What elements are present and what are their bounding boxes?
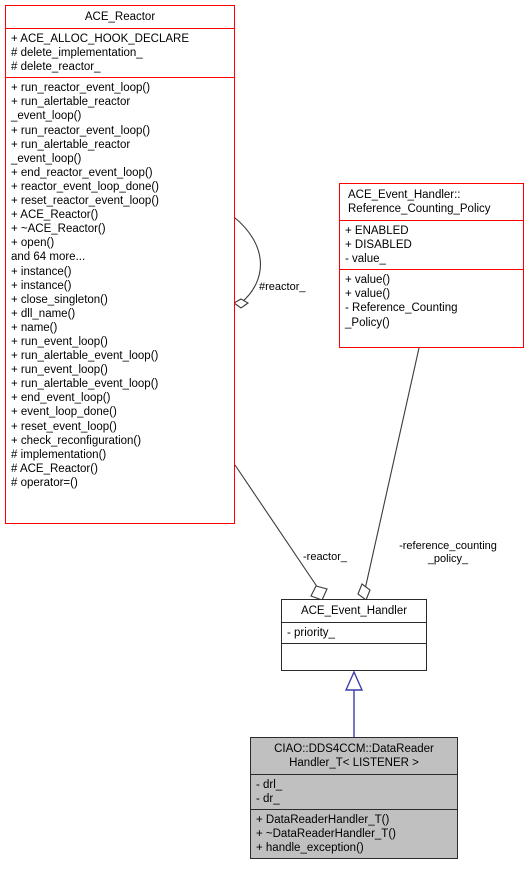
class-box-data-reader-handler[interactable]: CIAO::DDS4CCM::DataReader Handler_T< LIS…	[250, 737, 458, 859]
attribute-row: - value_	[345, 253, 386, 266]
operation-row: + run_reactor_event_loop()	[11, 124, 151, 137]
attribute-row: - dr_	[256, 793, 280, 806]
operation-row: _Policy()	[345, 316, 390, 329]
operation-row: and 64 more...	[11, 251, 86, 264]
operation-row: + close_singleton()	[11, 293, 108, 306]
class-title-reference-counting-policy: ACE_Event_Handler:: Reference_Counting_P…	[348, 189, 491, 215]
operation-row: + reset_reactor_event_loop()	[11, 195, 159, 208]
operation-row: + end_event_loop()	[11, 392, 111, 405]
operation-row: + run_alertable_event_loop()	[11, 350, 159, 363]
class-box-reference-counting-policy[interactable]: ACE_Event_Handler:: Reference_Counting_P…	[339, 183, 524, 348]
attribute-row: - priority_	[287, 627, 335, 639]
operation-row: + handle_exception()	[256, 842, 364, 855]
self-association-reactor	[233, 216, 261, 304]
class-attributes-ace-event-handler: - priority_	[282, 622, 426, 643]
operation-row: + instance()	[11, 279, 72, 292]
operation-row: + run_alertable_event_loop()	[11, 378, 159, 391]
edge-label-reference-counting-policy: -reference_counting _policy_	[399, 540, 497, 565]
class-title-ace-event-handler: ACE_Event_Handler	[300, 605, 408, 617]
operation-row: + check_reconfiguration()	[11, 434, 142, 447]
operation-row: + run_event_loop()	[11, 335, 108, 348]
operation-row: _event_loop()	[11, 110, 82, 123]
class-title-data-reader-handler: CIAO::DDS4CCM::DataReader Handler_T< LIS…	[274, 743, 434, 769]
class-operations-ace-event-handler	[282, 643, 426, 662]
operation-row: + ACE_Reactor()	[11, 209, 99, 222]
aggregation-diamond-reactor	[310, 585, 328, 601]
class-attributes-reference-counting-policy: + ENABLED + DISABLED - value_	[340, 220, 523, 269]
class-attributes-data-reader-handler: - drl_ - dr_	[251, 774, 457, 809]
association-reactor	[234, 464, 323, 595]
operation-row: # operator=()	[11, 476, 78, 489]
operation-row: # implementation()	[11, 448, 107, 461]
operation-row: - Reference_Counting	[345, 302, 458, 315]
operation-row: + reset_event_loop()	[11, 420, 117, 433]
operation-row: + ~ACE_Reactor()	[11, 223, 106, 236]
class-title-ace-reactor: ACE_Reactor	[84, 11, 156, 23]
operation-row: + run_alertable_reactor	[11, 96, 131, 109]
class-operations-data-reader-handler: + DataReaderHandler_T() + ~DataReaderHan…	[251, 809, 457, 858]
attribute-row: + ACE_ALLOC_HOOK_DECLARE	[11, 33, 190, 45]
inheritance-arrowhead	[344, 670, 364, 691]
operation-row: + DataReaderHandler_T()	[256, 814, 390, 827]
class-box-ace-event-handler[interactable]: ACE_Event_Handler - priority_	[281, 599, 427, 671]
operation-row: + dll_name()	[11, 307, 76, 320]
operation-row: + ~DataReaderHandler_T()	[256, 828, 396, 841]
aggregation-diamond-self	[232, 298, 250, 309]
class-attributes-ace-reactor: + ACE_ALLOC_HOOK_DECLARE # delete_implem…	[6, 28, 234, 77]
operation-row: + instance()	[11, 265, 72, 278]
operation-row: + run_reactor_event_loop()	[11, 82, 151, 95]
operation-row: + value()	[345, 274, 391, 287]
operation-row: + run_event_loop()	[11, 364, 108, 377]
aggregation-diamond-policy	[357, 583, 371, 601]
edge-label-reactor-self: #reactor_	[259, 281, 306, 293]
operation-row: # ACE_Reactor()	[11, 462, 98, 475]
operation-row: _event_loop()	[11, 152, 82, 165]
class-operations-ace-reactor: + run_reactor_event_loop() + run_alertab…	[6, 77, 234, 493]
attribute-row: - drl_	[256, 779, 283, 791]
class-operations-reference-counting-policy: + value() + value() - Reference_Counting…	[340, 269, 523, 332]
operation-row: + end_reactor_event_loop()	[11, 166, 153, 179]
attribute-row: + DISABLED	[345, 239, 412, 252]
operation-row: + name()	[11, 321, 58, 334]
uml-diagram-canvas: #reactor_ -reactor_ -reference_counting …	[0, 0, 531, 869]
operation-row: + open()	[11, 237, 55, 250]
operation-row: + run_alertable_reactor	[11, 138, 131, 151]
operation-row: + event_loop_done()	[11, 406, 117, 419]
operation-row: + reactor_event_loop_done()	[11, 180, 160, 193]
attribute-row: + ENABLED	[345, 225, 409, 237]
class-box-ace-reactor[interactable]: ACE_Reactor + ACE_ALLOC_HOOK_DECLARE # d…	[5, 5, 235, 524]
attribute-row: # delete_reactor_	[11, 61, 101, 74]
edge-label-reactor: -reactor_	[303, 551, 348, 563]
attribute-row: # delete_implementation_	[11, 47, 143, 60]
operation-row: + value()	[345, 288, 391, 301]
